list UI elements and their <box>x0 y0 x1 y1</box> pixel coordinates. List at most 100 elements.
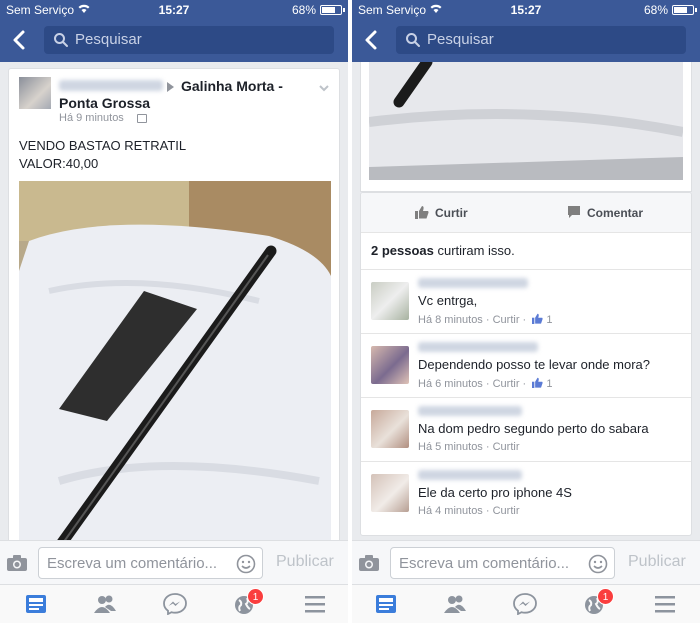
comment-time: Há 8 minutos <box>418 314 483 326</box>
friends-icon[interactable] <box>93 593 117 615</box>
search-icon <box>406 33 420 47</box>
post-photo-continued <box>360 62 692 192</box>
comment-label: Comentar <box>587 206 644 220</box>
messenger-icon[interactable] <box>163 593 187 615</box>
phone-screen-left: Sem Serviço 15:27 68% Pesquisar Galinha … <box>0 0 348 623</box>
tab-bar: 1 <box>352 584 700 623</box>
notification-badge: 1 <box>247 588 264 605</box>
screenshot-pair: Sem Serviço 15:27 68% Pesquisar Galinha … <box>0 0 700 623</box>
comment-time: Há 5 minutos <box>418 441 483 453</box>
battery-icon <box>672 5 697 15</box>
battery-percent: 68% <box>643 3 668 17</box>
likes-summary[interactable]: 2 pessoas curtiram isso. <box>371 243 515 258</box>
status-bar: Sem Serviço 15:27 68% <box>0 0 348 20</box>
comment-input[interactable]: Escreva um comentário... <box>38 547 263 579</box>
audience-icon <box>137 114 147 123</box>
post-text-line: VENDO BASTAO RETRATIL <box>19 138 187 153</box>
group-name-cont[interactable]: Ponta Grossa <box>59 95 150 111</box>
phone-screen-right: Sem Serviço 15:27 68% Pesquisar Curtir C… <box>352 0 700 623</box>
thumb-up-icon <box>532 377 543 388</box>
comment-item: Dependendo posso te levar onde mora? Há … <box>361 333 691 397</box>
comment-text: Na dom pedro segundo perto do sabara <box>418 421 649 436</box>
publish-button[interactable]: Publicar <box>628 553 686 571</box>
post-text-line: VALOR:40,00 <box>19 156 99 171</box>
messenger-icon[interactable] <box>513 593 537 615</box>
commenter-name-blurred[interactable] <box>418 342 538 352</box>
comment-item: Na dom pedro segundo perto do sabara Há … <box>361 397 691 461</box>
search-placeholder: Pesquisar <box>427 31 494 48</box>
commenter-name-blurred[interactable] <box>418 470 522 480</box>
comment-time: Há 4 minutos <box>418 505 483 517</box>
battery-percent: 68% <box>291 3 316 17</box>
back-arrow-icon[interactable] <box>10 28 30 52</box>
chevron-down-icon[interactable] <box>319 83 329 93</box>
comment-like-count: 1 <box>546 314 553 326</box>
post-photo[interactable] <box>369 62 683 180</box>
notifications-tab[interactable]: 1 <box>583 588 614 615</box>
comment-icon <box>568 206 580 218</box>
action-bar: Curtir Comentar <box>361 193 691 233</box>
battery-icon <box>320 5 345 15</box>
status-bar: Sem Serviço 15:27 68% <box>352 0 700 20</box>
comment-like-count: 1 <box>546 378 553 390</box>
comment-input[interactable]: Escreva um comentário... <box>390 547 615 579</box>
back-arrow-icon[interactable] <box>362 28 382 52</box>
post-photo[interactable] <box>19 181 331 545</box>
comment-text: Vc entrga, <box>418 293 478 308</box>
search-icon <box>54 33 68 47</box>
comment-text: Ele da certo pro iphone 4S <box>418 485 572 500</box>
header-bar: Sem Serviço 15:27 68% Pesquisar <box>0 0 348 62</box>
comment-meta: Há 5 minutos · Curtir <box>418 441 520 453</box>
commenter-name-blurred[interactable] <box>418 278 528 288</box>
news-feed-icon[interactable] <box>24 593 48 615</box>
likes-count: 2 pessoas <box>371 243 434 258</box>
commenter-avatar[interactable] <box>371 282 409 320</box>
comment-item: Vc entrga, Há 8 minutos · Curtir · 1 <box>361 269 691 333</box>
commenter-avatar[interactable] <box>371 474 409 512</box>
search-input[interactable]: Pesquisar <box>396 26 686 54</box>
thumb-up-icon <box>532 313 543 324</box>
comment-meta: Há 4 minutos · Curtir <box>418 505 520 517</box>
menu-icon[interactable] <box>303 593 327 615</box>
arrow-right-icon <box>167 82 174 92</box>
smiley-icon[interactable] <box>588 554 608 574</box>
comment-like-link[interactable]: Curtir <box>493 378 520 390</box>
menu-icon[interactable] <box>653 593 677 615</box>
notifications-tab[interactable]: 1 <box>233 588 264 615</box>
camera-icon[interactable] <box>6 554 28 572</box>
publish-button[interactable]: Publicar <box>276 553 334 571</box>
post-feedback-card: Curtir Comentar 2 pessoas curtiram isso.… <box>360 192 692 536</box>
comment-composer: Escreva um comentário... Publicar <box>0 540 348 584</box>
author-name-blurred[interactable] <box>59 80 163 91</box>
comment-like-link[interactable]: Curtir <box>493 441 520 453</box>
comment-meta: Há 6 minutos · Curtir · 1 <box>418 377 553 390</box>
header-bar: Sem Serviço 15:27 68% Pesquisar <box>352 0 700 62</box>
commenter-avatar[interactable] <box>371 346 409 384</box>
comment-placeholder: Escreva um comentário... <box>47 555 218 572</box>
comment-meta: Há 8 minutos · Curtir · 1 <box>418 313 553 326</box>
commenter-avatar[interactable] <box>371 410 409 448</box>
camera-icon[interactable] <box>358 554 380 572</box>
nav-row: Pesquisar <box>0 24 348 56</box>
news-feed-icon[interactable] <box>374 593 398 615</box>
smiley-icon[interactable] <box>236 554 256 574</box>
post-card: Galinha Morta - Ponta Grossa Há 9 minuto… <box>8 68 340 546</box>
comment-placeholder: Escreva um comentário... <box>399 555 570 572</box>
thumb-up-icon <box>415 206 429 219</box>
nav-row: Pesquisar <box>352 24 700 56</box>
search-input[interactable]: Pesquisar <box>44 26 334 54</box>
tab-bar: 1 <box>0 584 348 623</box>
photo-baton-on-pillow <box>19 181 331 545</box>
comment-text: Dependendo posso te levar onde mora? <box>418 357 650 372</box>
comment-time: Há 6 minutos <box>418 378 483 390</box>
post-timestamp[interactable]: Há 9 minutos <box>59 112 124 124</box>
comment-like-link[interactable]: Curtir <box>493 505 520 517</box>
comment-composer: Escreva um comentário... Publicar <box>352 540 700 584</box>
notification-badge: 1 <box>597 588 614 605</box>
post-body: VENDO BASTAO RETRATIL VALOR:40,00 <box>19 137 186 173</box>
friends-icon[interactable] <box>443 593 467 615</box>
commenter-name-blurred[interactable] <box>418 406 522 416</box>
comment-like-link[interactable]: Curtir <box>493 314 520 326</box>
group-name[interactable]: Galinha Morta - <box>181 78 283 94</box>
author-avatar[interactable] <box>19 77 51 109</box>
